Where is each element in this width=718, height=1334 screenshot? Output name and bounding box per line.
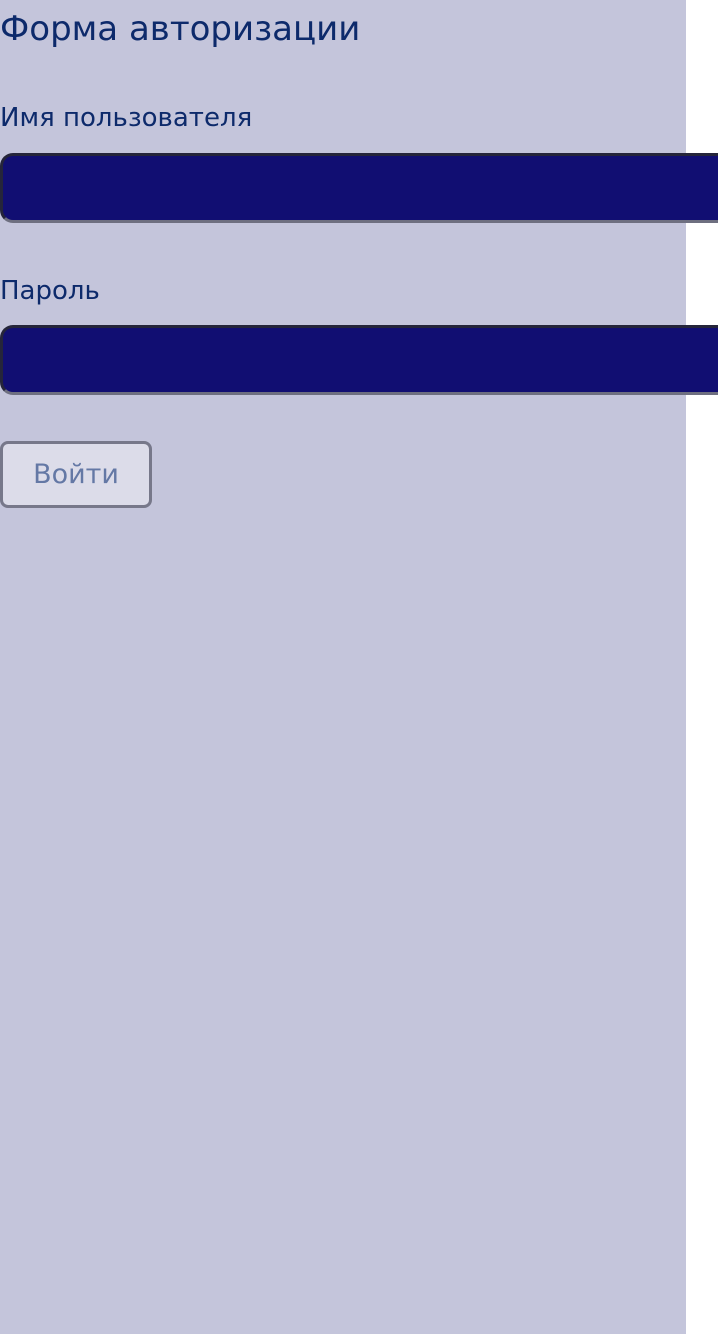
password-field[interactable] [0, 325, 718, 395]
password-label: Пароль [0, 276, 100, 306]
username-field[interactable] [0, 153, 718, 223]
login-button[interactable]: Войти [0, 441, 152, 508]
form-title: Форма авторизации [0, 9, 361, 49]
login-form-panel: Форма авторизации Имя пользователя Парол… [0, 0, 718, 1334]
username-label: Имя пользователя [0, 103, 253, 133]
